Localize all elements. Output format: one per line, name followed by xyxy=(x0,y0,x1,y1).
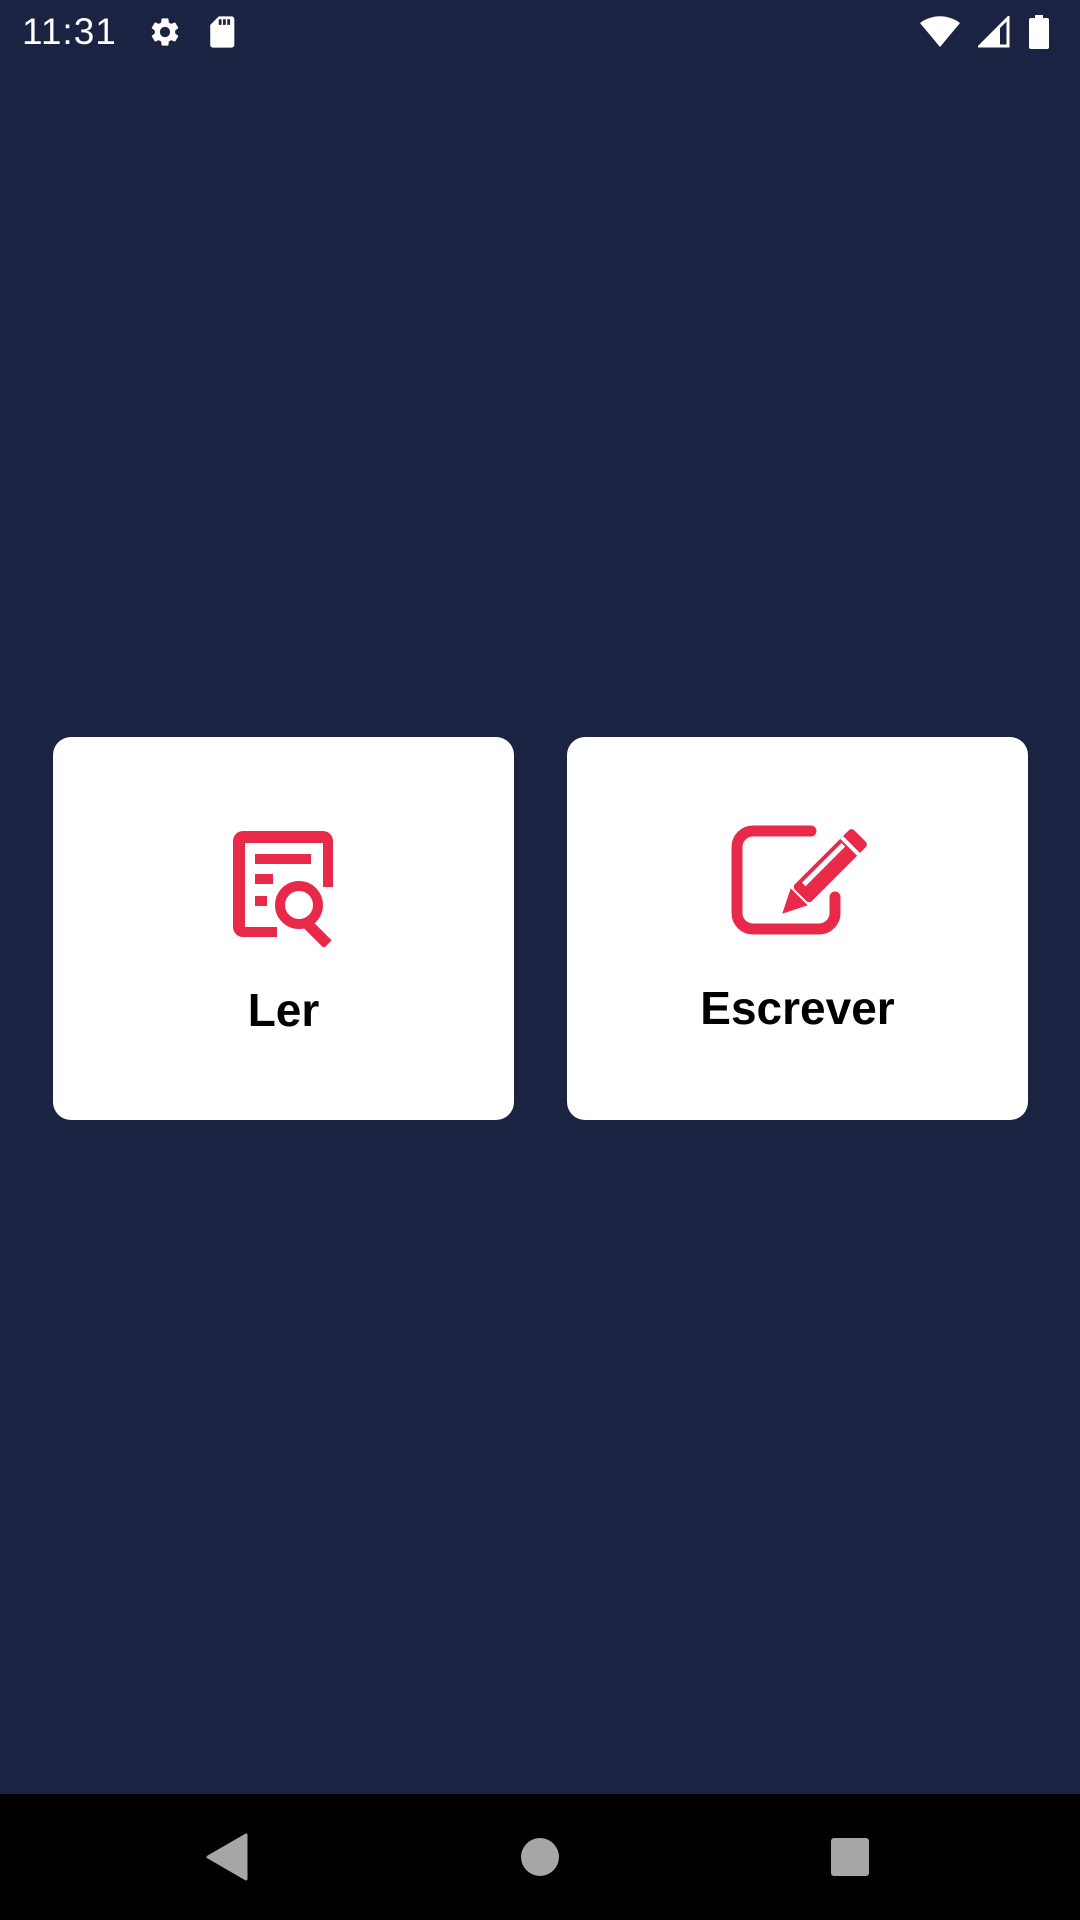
recents-icon xyxy=(831,1838,869,1876)
read-label: Ler xyxy=(247,984,320,1036)
edit-pencil-icon xyxy=(731,825,867,935)
back-icon xyxy=(206,1833,248,1881)
status-bar: 11:31 xyxy=(0,0,1080,63)
back-button[interactable] xyxy=(199,1829,255,1885)
gear-icon xyxy=(147,14,183,50)
home-icon xyxy=(521,1838,559,1876)
sd-card-icon xyxy=(205,14,241,50)
action-cards: Ler Escrever xyxy=(53,737,1028,1120)
document-search-icon xyxy=(233,831,333,947)
home-button[interactable] xyxy=(512,1829,568,1885)
signal-icon xyxy=(976,14,1012,50)
navigation-bar xyxy=(0,1794,1080,1920)
wifi-icon xyxy=(920,14,960,50)
write-label: Escrever xyxy=(700,982,895,1034)
battery-icon xyxy=(1028,14,1050,50)
status-time: 11:31 xyxy=(22,10,117,52)
write-button[interactable]: Escrever xyxy=(567,737,1028,1120)
status-right xyxy=(912,14,1058,50)
recents-button[interactable] xyxy=(822,1829,878,1885)
screen: 11:31 Ler Escrever xyxy=(0,0,1080,1920)
read-button[interactable]: Ler xyxy=(53,737,514,1120)
status-left: 11:31 xyxy=(22,11,263,53)
